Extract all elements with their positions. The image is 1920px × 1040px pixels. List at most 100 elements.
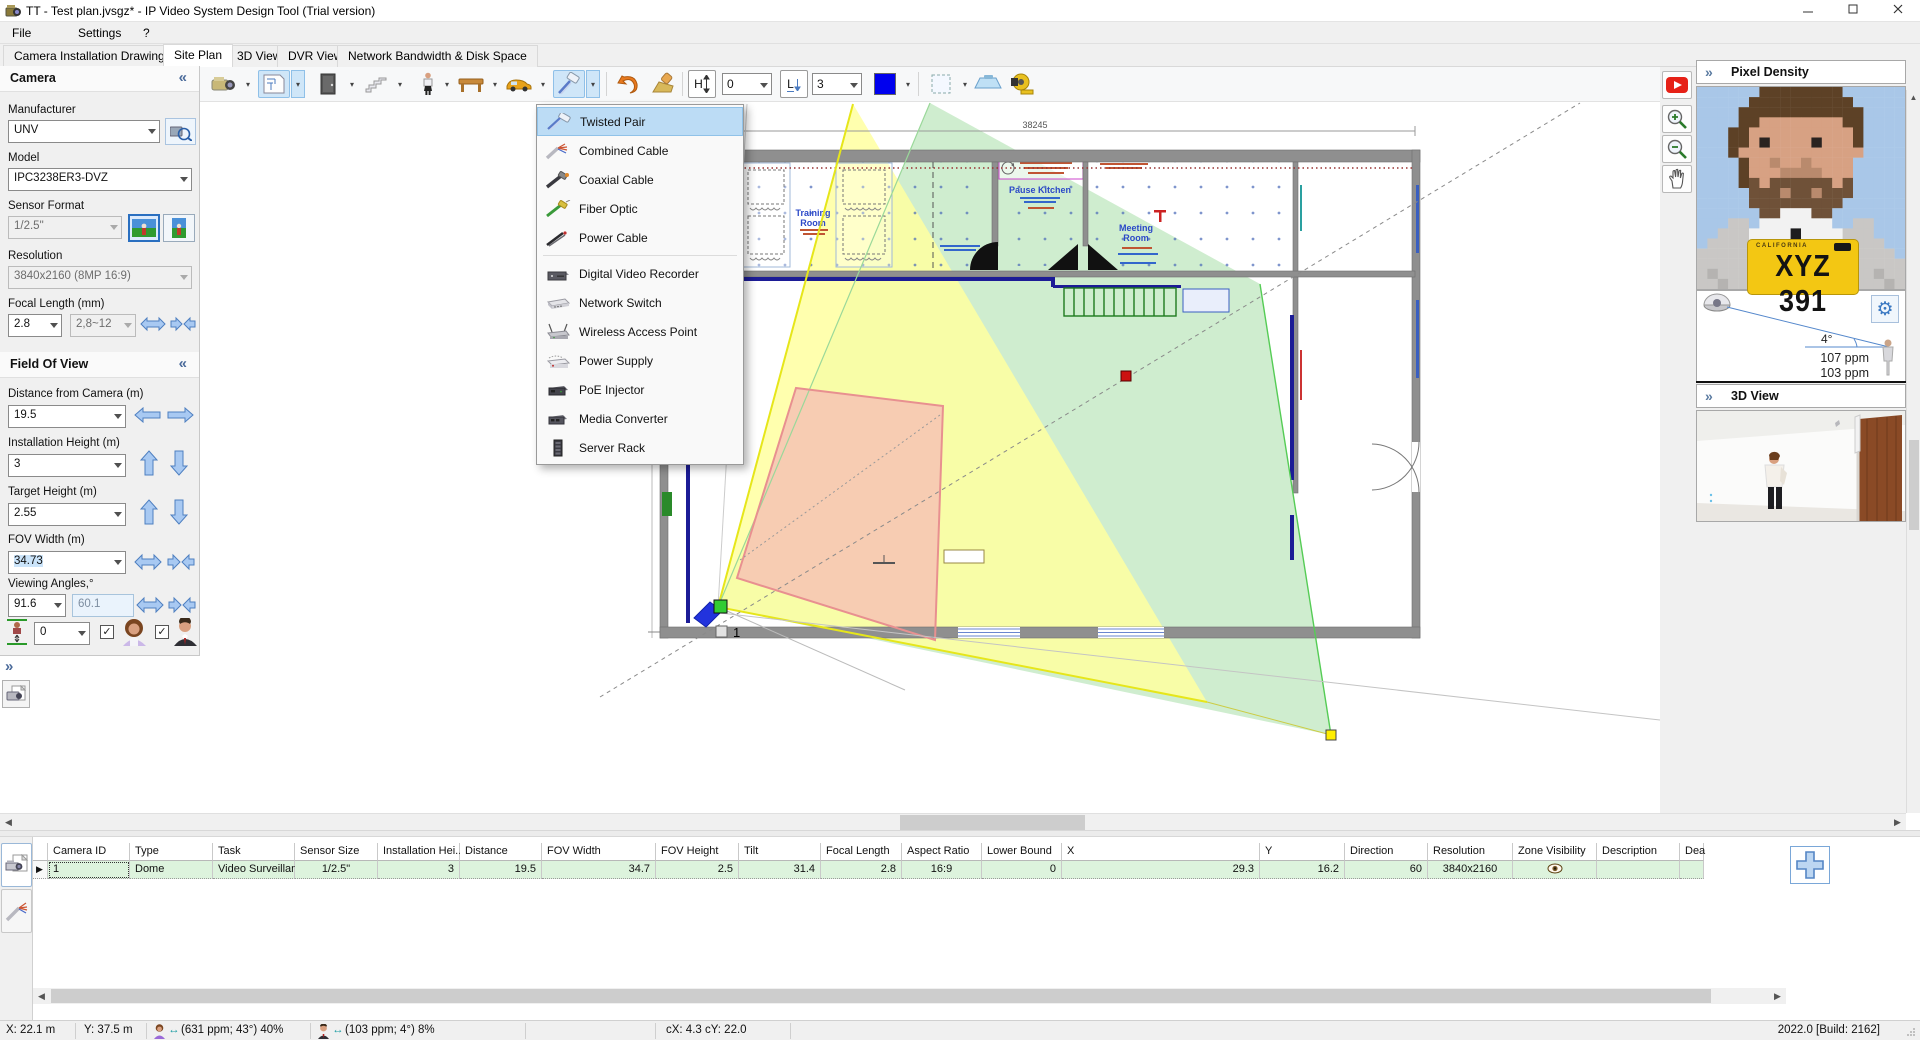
column-header[interactable]: Type: [130, 843, 213, 861]
menu-item-network-switch[interactable]: Network Switch: [537, 288, 743, 317]
length-mode-button[interactable]: L: [780, 70, 808, 98]
scroll-thumb[interactable]: [51, 989, 1711, 1003]
table-cell[interactable]: [1513, 861, 1597, 879]
table-cell[interactable]: Dome: [130, 861, 213, 879]
right-panel-scrollbar[interactable]: ▲: [1906, 90, 1920, 813]
scroll-left-arrow[interactable]: ◀: [0, 814, 17, 831]
focal-range-dropdown[interactable]: 2,8~12: [70, 314, 136, 337]
zoom-out-button[interactable]: [1662, 135, 1692, 163]
height-down-button[interactable]: [170, 450, 188, 476]
target-height-dropdown[interactable]: 2.55: [8, 503, 126, 526]
pan-button[interactable]: [1662, 165, 1692, 193]
column-header[interactable]: Y: [1260, 843, 1345, 861]
angle-narrow-button[interactable]: [168, 596, 196, 614]
column-header[interactable]: Task: [213, 843, 295, 861]
3d-view-header[interactable]: » 3D View: [1696, 384, 1906, 408]
table-cell[interactable]: 2.8: [821, 861, 902, 879]
focal-narrow-button[interactable]: [170, 316, 196, 332]
table-cell[interactable]: [1597, 861, 1680, 879]
minimize-button[interactable]: [1785, 0, 1830, 22]
distance-dropdown[interactable]: 19.5: [8, 405, 126, 428]
camera-search-button[interactable]: [165, 118, 196, 145]
menu-item-wireless-access-point[interactable]: Wireless Access Point: [537, 317, 743, 346]
add-person-dropdown[interactable]: ▾: [440, 70, 454, 98]
fov-distance-handle[interactable]: [1121, 371, 1131, 381]
camera-handle[interactable]: [714, 600, 727, 613]
distance-decrease-button[interactable]: [134, 407, 161, 423]
menu-item-combined-cable[interactable]: Combined Cable: [537, 136, 743, 165]
aspect-16-9-button[interactable]: [128, 214, 160, 242]
expand-right-icon[interactable]: »: [1705, 64, 1713, 80]
menu-item-server-rack[interactable]: Server Rack: [537, 433, 743, 462]
youtube-help-button[interactable]: [1662, 71, 1692, 99]
resolution-dropdown[interactable]: 3840x2160 (8MP 16:9): [8, 266, 192, 289]
fov-range-handle[interactable]: [1326, 730, 1336, 740]
collapse-fov-icon[interactable]: «: [179, 355, 187, 372]
table-cell[interactable]: 2.5: [656, 861, 739, 879]
expand-3d-icon[interactable]: »: [1705, 388, 1713, 404]
table-cell[interactable]: 3: [378, 861, 460, 879]
height-up-button[interactable]: [140, 450, 158, 476]
column-header[interactable]: Sensor Size: [295, 843, 378, 861]
menu-item-poe-injector[interactable]: PoE Injector: [537, 375, 743, 404]
tab-site-plan[interactable]: Site Plan: [163, 44, 233, 67]
menu-help[interactable]: ?: [135, 24, 158, 42]
selection-tool-dropdown[interactable]: ▾: [958, 70, 972, 98]
height-mode-button[interactable]: H: [688, 70, 716, 98]
add-camera-button[interactable]: [208, 70, 240, 98]
menu-item-media-converter[interactable]: Media Converter: [537, 404, 743, 433]
expand-panel-icon[interactable]: »: [5, 658, 13, 675]
table-cell[interactable]: [1680, 861, 1704, 879]
column-header[interactable]: Lower Bound: [982, 843, 1062, 861]
angle-widen-button[interactable]: [136, 596, 164, 614]
column-header[interactable]: Aspect Ratio: [902, 843, 982, 861]
menu-item-dvr[interactable]: Digital Video Recorder: [537, 259, 743, 288]
zoom-in-button[interactable]: [1662, 105, 1692, 133]
pixel-density-header[interactable]: » Pixel Density: [1696, 60, 1906, 84]
viewing-angle-h-dropdown[interactable]: 91.6: [8, 594, 66, 617]
menu-item-power-cable[interactable]: Power Cable: [537, 223, 743, 252]
manufacturer-dropdown[interactable]: UNV: [8, 120, 160, 143]
focal-widen-button[interactable]: [140, 316, 166, 332]
fov-section-header[interactable]: Field Of View «: [0, 352, 199, 378]
scroll-left-arrow[interactable]: ◀: [33, 988, 50, 1005]
menu-file[interactable]: File: [4, 24, 39, 42]
camera-section-header[interactable]: Camera «: [0, 66, 199, 92]
person-height-dropdown[interactable]: 0: [34, 622, 90, 645]
woman-visibility-checkbox[interactable]: ✓: [100, 625, 114, 639]
site-plan-canvas[interactable]: 38245: [0, 102, 1660, 813]
focal-length-dropdown[interactable]: 2.8: [8, 314, 62, 337]
table-cell[interactable]: 31.4: [739, 861, 821, 879]
scroll-right-arrow[interactable]: ▶: [1889, 814, 1906, 831]
floor-plan-dropdown[interactable]: ▾: [291, 70, 305, 98]
canvas-h-scrollbar[interactable]: ◀ ▶: [0, 813, 1906, 830]
add-door-button[interactable]: [312, 70, 344, 98]
pixel-density-settings-button[interactable]: ⚙: [1871, 295, 1899, 323]
fov-widen-button[interactable]: [134, 553, 162, 571]
tab-network-bandwidth[interactable]: Network Bandwidth & Disk Space: [337, 45, 538, 67]
table-cell[interactable]: 16:9: [902, 861, 982, 879]
floor-plan-button[interactable]: [258, 70, 290, 98]
collapse-left-icon[interactable]: «: [179, 69, 187, 86]
column-header[interactable]: Dea: [1680, 843, 1704, 861]
close-button[interactable]: [1875, 0, 1920, 22]
fov-narrow-button[interactable]: [167, 553, 195, 571]
add-furniture-dropdown[interactable]: ▾: [488, 70, 502, 98]
table-cell[interactable]: 0: [982, 861, 1062, 879]
add-vehicle-dropdown[interactable]: ▾: [536, 70, 550, 98]
menu-item-power-supply[interactable]: Power Supply: [537, 346, 743, 375]
scroll-right-arrow[interactable]: ▶: [1769, 988, 1786, 1005]
table-cell[interactable]: 29.3: [1062, 861, 1260, 879]
target-down-button[interactable]: [170, 499, 188, 525]
menu-item-twisted-pair[interactable]: Twisted Pair: [537, 107, 743, 136]
column-header[interactable]: Description: [1597, 843, 1680, 861]
column-header[interactable]: Zone Visibility: [1513, 843, 1597, 861]
installation-height-dropdown[interactable]: 3: [8, 454, 126, 477]
column-header[interactable]: X: [1062, 843, 1260, 861]
add-cable-button[interactable]: [553, 70, 585, 98]
color-picker-button[interactable]: [870, 70, 900, 98]
column-header[interactable]: Distance: [460, 843, 542, 861]
cables-table-tab[interactable]: [1, 889, 32, 933]
table-cell[interactable]: 1: [48, 861, 130, 879]
man-visibility-checkbox[interactable]: ✓: [155, 625, 169, 639]
